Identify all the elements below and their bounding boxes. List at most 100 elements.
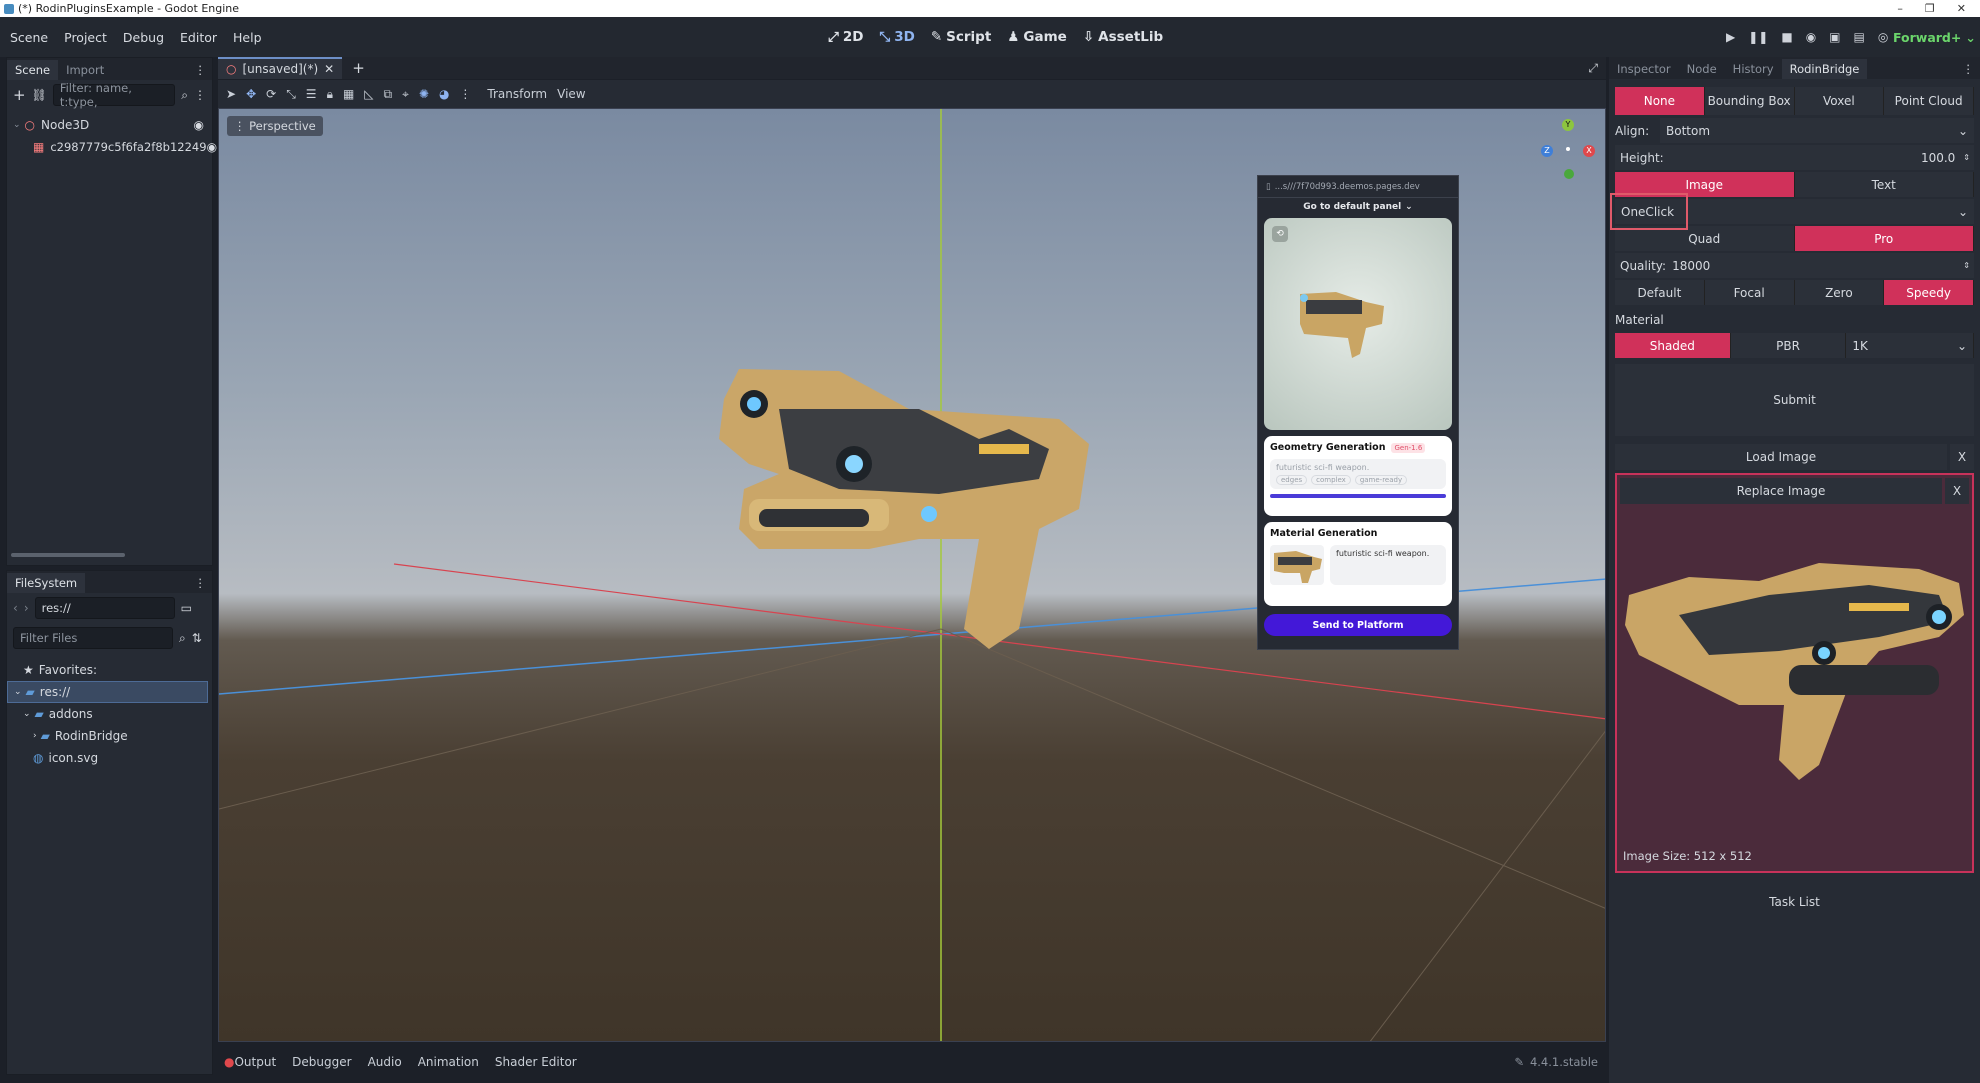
mode-voxel-button[interactable]: Voxel [1794, 87, 1885, 115]
gizmo-x-axis[interactable]: X [1583, 145, 1595, 157]
pause-icon[interactable]: ❚❚ [1748, 30, 1768, 44]
menu-project[interactable]: Project [56, 30, 115, 45]
style-focal-button[interactable]: Focal [1704, 280, 1795, 305]
back-arrow-icon[interactable]: ‹ [13, 601, 18, 615]
gizmo-y-axis[interactable]: Y [1562, 119, 1574, 131]
file-icon-svg[interactable]: ◍ icon.svg [7, 747, 212, 769]
tab-node[interactable]: Node [1679, 59, 1725, 79]
tab-debugger[interactable]: Debugger [292, 1055, 351, 1069]
default-panel-dropdown[interactable]: Go to default panel ⌄ [1258, 198, 1458, 216]
material-pbr-button[interactable]: PBR [1730, 333, 1847, 358]
screen-script-button[interactable]: ✎ Script [931, 29, 991, 45]
replace-image-button[interactable]: Replace Image [1620, 478, 1942, 504]
options-icon[interactable]: ⋮ [194, 88, 206, 102]
lock-icon[interactable]: 🔒︎ [327, 87, 333, 102]
tag-chip[interactable]: complex [1311, 475, 1351, 485]
load-image-button[interactable]: Load Image [1615, 444, 1947, 470]
sort-icon[interactable]: ⇅ [192, 631, 202, 645]
forward-arrow-icon[interactable]: › [24, 601, 29, 615]
quality-value[interactable]: 18000 [1672, 259, 1710, 273]
gizmo-neg-y[interactable] [1564, 169, 1574, 179]
new-tab-button[interactable]: + [342, 59, 375, 77]
input-text-button[interactable]: Text [1794, 172, 1974, 197]
play-custom-icon[interactable]: ▤ [1854, 30, 1865, 44]
minimize-button[interactable]: – [1897, 2, 1903, 15]
local-space-icon[interactable]: ⌖ [402, 87, 409, 102]
path-field[interactable]: res:// [34, 597, 175, 619]
split-view-icon[interactable]: ▭ [181, 601, 192, 615]
visibility-eye-icon[interactable]: ◉ [207, 140, 217, 154]
mode-point-cloud-button[interactable]: Point Cloud [1884, 87, 1974, 115]
remote-debug-icon[interactable]: ◉ [1806, 30, 1816, 44]
mesh-pro-button[interactable]: Pro [1794, 226, 1974, 251]
screen-assetlib-button[interactable]: ⇩ AssetLib [1083, 29, 1163, 45]
tab-audio[interactable]: Audio [368, 1055, 402, 1069]
tab-animation[interactable]: Animation [418, 1055, 479, 1069]
move-tool-icon[interactable]: ✥ [246, 87, 256, 101]
mode-none-button[interactable]: None [1615, 87, 1705, 115]
environment-preview-icon[interactable]: ◕ [439, 87, 449, 101]
dock-menu-icon[interactable]: ⋮ [189, 573, 213, 593]
scene-filter-input[interactable]: Filter: name, t:type, [52, 81, 176, 109]
tab-import[interactable]: Import [58, 60, 112, 80]
more-options-icon[interactable]: ⋮ [459, 87, 471, 101]
maximize-button[interactable]: ❐ [1925, 2, 1935, 15]
select-tool-icon[interactable]: ➤ [226, 87, 236, 101]
folder-res[interactable]: ⌄ ▰ res:// [7, 681, 208, 703]
menu-help[interactable]: Help [225, 30, 270, 45]
tag-chip[interactable]: game-ready [1354, 475, 1408, 485]
style-default-button[interactable]: Default [1615, 280, 1705, 305]
gizmo-z-axis[interactable]: Z [1541, 145, 1553, 157]
submit-button[interactable]: Submit [1615, 364, 1974, 436]
group-icon[interactable]: ▦ [343, 87, 354, 101]
orientation-gizmo[interactable]: Y Z X [1539, 119, 1599, 179]
image-drop-area[interactable]: Replace Image X Image Size: 512 x 512 [1615, 473, 1974, 873]
tab-filesystem[interactable]: FileSystem [7, 573, 86, 593]
material-generation-card[interactable]: Material Generation futuristic sci-fi we… [1264, 522, 1452, 606]
distraction-free-icon[interactable]: ⤢ [1588, 61, 1606, 76]
favorites-row[interactable]: ★ Favorites: [7, 659, 212, 681]
align-dropdown[interactable]: Bottom ⌄ [1660, 118, 1974, 143]
close-icon[interactable]: ✕ [324, 62, 334, 76]
send-to-platform-button[interactable]: Send to Platform [1264, 614, 1452, 636]
filter-files-input[interactable]: Filter Files [13, 627, 173, 649]
tab-scene[interactable]: Scene [7, 60, 59, 80]
link-icon[interactable]: ⛓ [32, 88, 47, 102]
tab-output[interactable]: ●Output [224, 1055, 276, 1069]
screen-2d-button[interactable]: ⤢ 2D [828, 29, 863, 45]
snap-icon[interactable]: ⧉ [384, 87, 393, 102]
menu-debug[interactable]: Debug [115, 30, 172, 45]
tab-history[interactable]: History [1725, 59, 1782, 79]
ruler-icon[interactable]: ◺ [364, 87, 373, 101]
add-node-icon[interactable]: + [13, 86, 26, 104]
resolution-dropdown[interactable]: 1K ⌄ [1846, 333, 1975, 358]
horizontal-scrollbar[interactable] [11, 553, 125, 557]
rotate-tool-icon[interactable]: ⟳ [266, 87, 276, 101]
scale-tool-icon[interactable]: ⤡ [286, 87, 296, 102]
play-icon[interactable]: ▶ [1726, 30, 1735, 44]
weapon-model[interactable] [719, 369, 1089, 649]
mode-bounding-box-button[interactable]: Bounding Box [1704, 87, 1795, 115]
transform-menu[interactable]: Transform [487, 87, 547, 101]
spinner-arrows-icon[interactable]: ⇕ [1963, 261, 1970, 270]
renderer-select[interactable]: Forward+ ⌄ [1893, 17, 1976, 57]
spinner-arrows-icon[interactable]: ⇕ [1963, 153, 1970, 162]
visibility-eye-icon[interactable]: ◉ [194, 118, 204, 132]
scene-tab[interactable]: ○ [unsaved](*) ✕ [218, 57, 343, 79]
list-select-icon[interactable]: ☰ [306, 87, 317, 101]
tree-node-mesh[interactable]: ▦ c2987779c5f6fa2f8b12249 ◉ [7, 136, 217, 158]
tab-shader-editor[interactable]: Shader Editor [495, 1055, 577, 1069]
material-shaded-button[interactable]: Shaded [1615, 333, 1731, 358]
sun-preview-icon[interactable]: ✺ [419, 87, 429, 101]
dock-menu-icon[interactable]: ⋮ [189, 60, 213, 80]
close-window-button[interactable]: ✕ [1957, 2, 1966, 15]
style-speedy-button[interactable]: Speedy [1884, 280, 1974, 305]
preview-card[interactable]: ⟲ [1264, 218, 1452, 430]
play-scene-icon[interactable]: ▣ [1829, 30, 1840, 44]
view-menu[interactable]: View [557, 87, 585, 101]
style-zero-button[interactable]: Zero [1794, 280, 1885, 305]
tab-rodinbridge[interactable]: RodinBridge [1781, 59, 1868, 79]
movie-icon[interactable]: ◎ [1878, 30, 1888, 44]
folder-rodinbridge[interactable]: › ▰ RodinBridge [7, 725, 212, 747]
folder-addons[interactable]: ⌄ ▰ addons [7, 703, 212, 725]
